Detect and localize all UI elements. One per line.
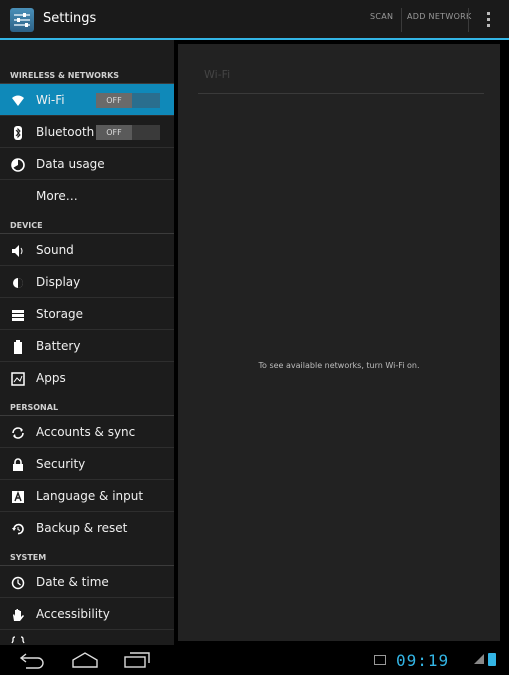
- sidebar-item-display[interactable]: Display: [0, 266, 174, 298]
- gallery-notification-icon[interactable]: [374, 655, 386, 665]
- sidebar-item-label: Accessibility: [36, 607, 110, 621]
- sidebar-item-label: Data usage: [36, 157, 105, 171]
- sidebar-item-label: Accounts & sync: [36, 425, 136, 439]
- settings-sliders-icon: [14, 13, 30, 27]
- storage-icon: [11, 308, 25, 322]
- wifi-icon: [11, 94, 25, 108]
- hand-icon: [11, 608, 25, 622]
- sidebar-item-apps[interactable]: Apps: [0, 362, 174, 394]
- braces-icon: [11, 636, 25, 645]
- sidebar-item-security[interactable]: Security: [0, 448, 174, 480]
- sidebar-item-wifi[interactable]: Wi-Fi OFF: [0, 84, 174, 116]
- home-button[interactable]: [70, 651, 100, 669]
- sidebar-item-bluetooth[interactable]: Bluetooth OFF: [0, 116, 174, 148]
- sidebar-item-label: Sound: [36, 243, 74, 257]
- system-nav-bar: 09:19: [0, 645, 509, 675]
- recent-apps-button[interactable]: [122, 651, 152, 669]
- lock-icon: [11, 458, 25, 472]
- sidebar-item-label: Bluetooth: [36, 125, 95, 139]
- status-clock[interactable]: 09:19: [396, 651, 449, 670]
- speaker-icon: [11, 244, 25, 258]
- home-icon: [72, 652, 98, 668]
- data-usage-icon: [11, 158, 25, 172]
- sidebar-item-storage[interactable]: Storage: [0, 298, 174, 330]
- section-header-wireless: WIRELESS & NETWORKS: [0, 62, 174, 84]
- bluetooth-toggle[interactable]: OFF: [96, 125, 160, 140]
- section-header-device: DEVICE: [0, 212, 174, 234]
- sidebar-item-label: More…: [36, 189, 78, 203]
- sidebar-item-more[interactable]: More…: [0, 180, 174, 212]
- section-header-system: SYSTEM: [0, 544, 174, 566]
- restore-icon: [11, 522, 25, 536]
- keyboard-a-icon: [11, 490, 25, 504]
- settings-sidebar: WIRELESS & NETWORKS Wi-Fi OFF Bluetooth …: [0, 40, 174, 645]
- sidebar-item-label: Language & input: [36, 489, 144, 503]
- sidebar-item-sound[interactable]: Sound: [0, 234, 174, 266]
- back-button[interactable]: [18, 651, 48, 669]
- sidebar-item-language-input[interactable]: Language & input: [0, 480, 174, 512]
- battery-charging-icon: [488, 653, 496, 666]
- section-header-personal: PERSONAL: [0, 394, 174, 416]
- sync-icon: [11, 426, 25, 440]
- apps-icon: [11, 372, 25, 386]
- wifi-detail-pane: Wi-Fi To see available networks, turn Wi…: [178, 44, 500, 641]
- sidebar-item-label: Security: [36, 457, 86, 471]
- bluetooth-icon: [11, 126, 25, 140]
- sidebar-item-label: Apps: [36, 371, 66, 385]
- add-network-button[interactable]: ADD NETWORK: [407, 12, 472, 21]
- sidebar-item-developer-options[interactable]: [0, 630, 174, 645]
- sidebar-item-label: Date & time: [36, 575, 109, 589]
- sidebar-item-label: Display: [36, 275, 81, 289]
- sidebar-item-accessibility[interactable]: Accessibility: [0, 598, 174, 630]
- back-icon: [19, 653, 44, 669]
- overflow-menu-icon[interactable]: [482, 10, 494, 30]
- toggle-off-label: OFF: [96, 125, 132, 140]
- battery-icon: [11, 340, 25, 354]
- settings-app-icon[interactable]: [10, 8, 34, 32]
- page-title: Settings: [43, 11, 97, 26]
- sidebar-item-date-time[interactable]: Date & time: [0, 566, 174, 598]
- wifi-pane-title: Wi-Fi: [204, 68, 231, 81]
- sidebar-item-data-usage[interactable]: Data usage: [0, 148, 174, 180]
- recent-apps-icon: [124, 652, 150, 668]
- sidebar-item-label: Wi-Fi: [36, 93, 65, 107]
- sidebar-item-label: Storage: [36, 307, 83, 321]
- sidebar-item-battery[interactable]: Battery: [0, 330, 174, 362]
- action-bar: Settings SCAN ADD NETWORK: [0, 0, 509, 40]
- scan-button[interactable]: SCAN: [370, 12, 393, 21]
- toggle-off-label: OFF: [96, 93, 132, 108]
- sidebar-item-backup-reset[interactable]: Backup & reset: [0, 512, 174, 544]
- title-divider: [198, 93, 484, 94]
- signal-icon: [474, 654, 484, 664]
- sidebar-item-accounts-sync[interactable]: Accounts & sync: [0, 416, 174, 448]
- clock-icon: [11, 576, 25, 590]
- sidebar-item-label: Backup & reset: [36, 521, 128, 535]
- wifi-off-message: To see available networks, turn Wi-Fi on…: [258, 361, 420, 370]
- action-divider: [401, 8, 402, 32]
- wifi-toggle[interactable]: OFF: [96, 93, 160, 108]
- action-divider: [468, 8, 469, 32]
- brightness-icon: [11, 276, 25, 290]
- sidebar-item-label: Battery: [36, 339, 81, 353]
